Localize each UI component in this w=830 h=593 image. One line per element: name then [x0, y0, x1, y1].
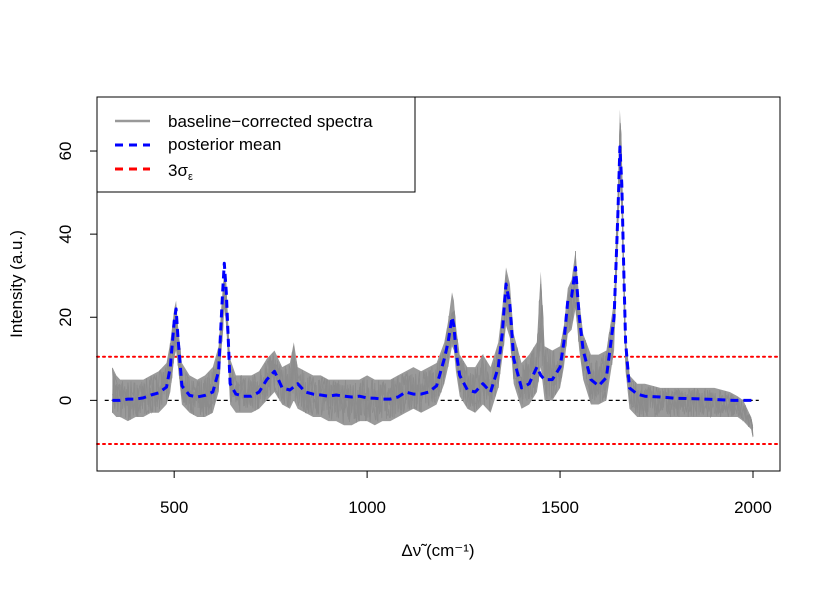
spectrum-chart: 500 1000 1500 2000 0 20 40 60 Δν̃ (cm⁻¹) Inten… [7, 96, 781, 560]
x-axis-label: Δν̃ (cm⁻¹) [401, 541, 474, 560]
x-tick-label-2000: 2000 [734, 498, 772, 517]
legend-label-spectra: baseline−corrected spectra [168, 112, 373, 131]
x-tick-label-1000: 1000 [348, 498, 386, 517]
x-tick-label-500: 500 [160, 498, 188, 517]
x-axis: 500 1000 1500 2000 [160, 470, 772, 517]
legend-label-noise-main: 3σ [168, 161, 188, 180]
y-tick-label-60: 60 [56, 142, 75, 161]
y-tick-label-0: 0 [56, 396, 75, 405]
y-axis-label: Intensity (a.u.) [7, 230, 26, 338]
y-tick-label-40: 40 [56, 225, 75, 244]
legend-label-mean: posterior mean [168, 135, 281, 154]
y-tick-label-20: 20 [56, 308, 75, 327]
legend: baseline−corrected spectra posterior mea… [96, 96, 416, 193]
legend-label-noise-sub: ε [188, 171, 193, 183]
x-tick-label-1500: 1500 [541, 498, 579, 517]
y-axis: 0 20 40 60 [56, 142, 97, 405]
